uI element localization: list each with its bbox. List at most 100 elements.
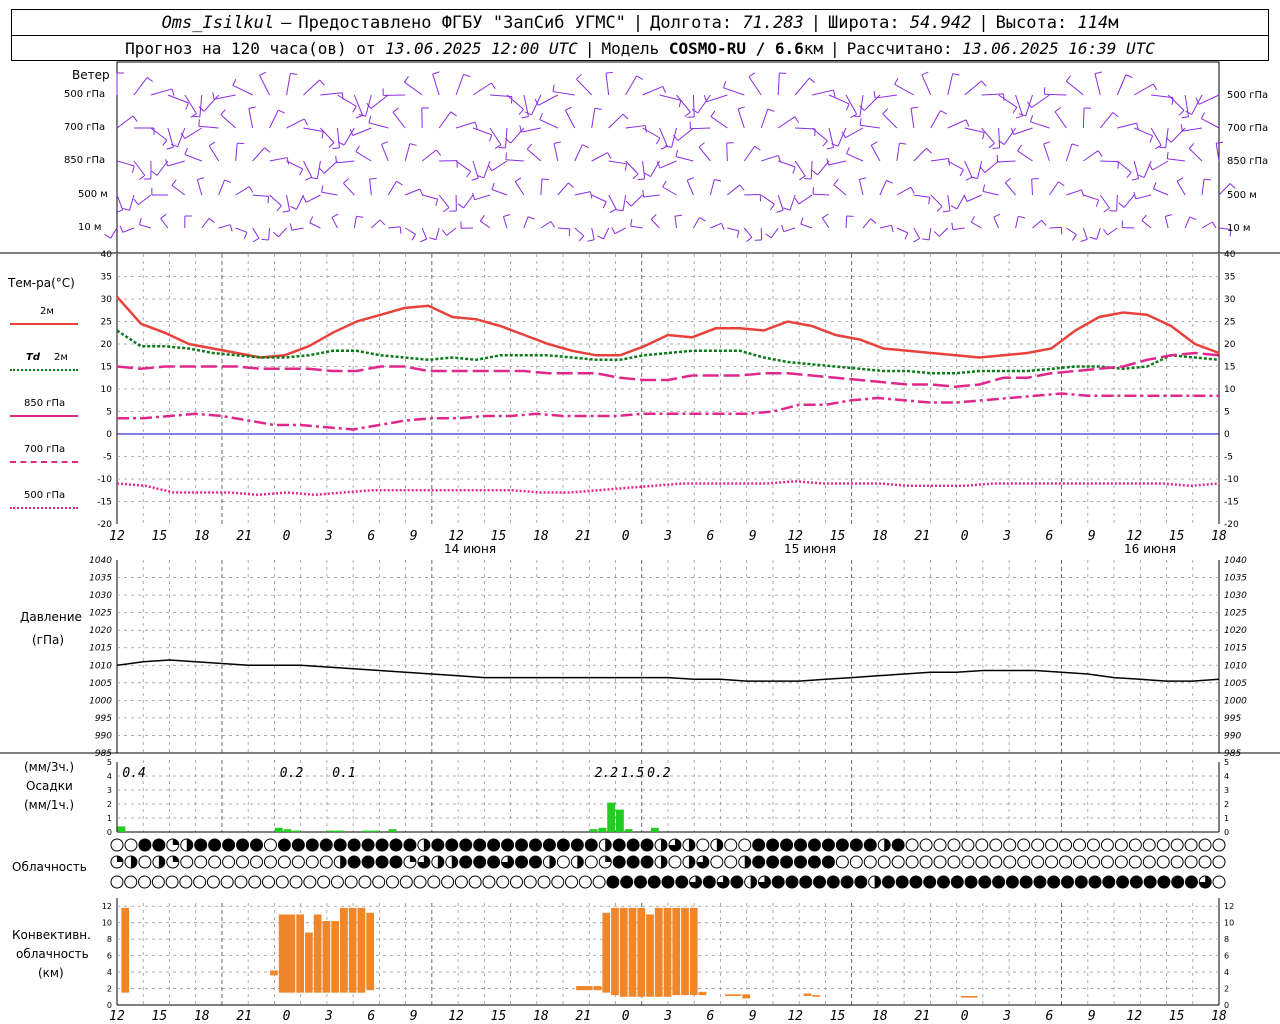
conv-bar bbox=[689, 907, 698, 996]
wind-barb bbox=[441, 227, 457, 236]
cloud-symbol bbox=[496, 875, 510, 889]
cloud-symbol bbox=[598, 838, 612, 852]
wind-barb bbox=[1200, 112, 1220, 129]
wind-barb bbox=[289, 223, 304, 231]
precip-tick-left: 2 bbox=[107, 800, 112, 809]
cloud-symbol bbox=[1212, 855, 1226, 869]
wind-barb bbox=[1152, 182, 1169, 196]
conv-bar bbox=[576, 986, 593, 991]
temp-x-tick: 9 bbox=[1088, 529, 1096, 544]
pressure-tick-left: 990 bbox=[95, 731, 112, 741]
cloud-symbol bbox=[799, 875, 813, 889]
wind-barb bbox=[303, 160, 313, 181]
cloud-symbol bbox=[542, 838, 556, 852]
wind-level-right: 500 м bbox=[1227, 190, 1257, 201]
bottom-x-tick: 9 bbox=[749, 1009, 757, 1024]
wind-barb bbox=[689, 121, 711, 130]
wind-barb bbox=[1131, 160, 1140, 181]
wind-barb bbox=[591, 152, 612, 162]
wind-level-right: 700 гПа bbox=[1227, 123, 1268, 134]
cloud-symbol bbox=[124, 838, 138, 852]
wind-barb bbox=[208, 141, 220, 162]
cloud-symbol bbox=[785, 875, 799, 889]
bottom-x-tick: 0 bbox=[961, 1009, 969, 1024]
cloud-symbol bbox=[978, 875, 992, 889]
cloud-symbol bbox=[375, 855, 389, 869]
wind-barb bbox=[675, 149, 694, 162]
wind-barb bbox=[1141, 214, 1152, 229]
wind-barb bbox=[1094, 71, 1102, 96]
wind-barb bbox=[800, 217, 813, 229]
wind-barb bbox=[591, 194, 607, 209]
cloud-symbol bbox=[863, 838, 877, 852]
conv-tick-left: 4 bbox=[107, 968, 112, 977]
cloud-symbol bbox=[1086, 838, 1100, 852]
wind-barb bbox=[505, 152, 524, 162]
cloud-symbol bbox=[689, 875, 703, 889]
wind-barb bbox=[184, 215, 192, 228]
cloud-symbol bbox=[947, 855, 961, 869]
wind-barb bbox=[608, 160, 627, 171]
wind-barb bbox=[552, 84, 575, 96]
cloud-symbol bbox=[821, 838, 835, 852]
cloud-symbol bbox=[386, 875, 399, 889]
cloud-symbol bbox=[849, 855, 863, 869]
precip-tick-right: 0 bbox=[1224, 828, 1229, 837]
wind-barb bbox=[1043, 87, 1067, 96]
wind-barb bbox=[387, 180, 403, 196]
cloud-symbol bbox=[138, 838, 152, 852]
wind-barb bbox=[795, 127, 816, 137]
cloud-symbol bbox=[305, 838, 319, 852]
cloud-symbol bbox=[570, 855, 584, 869]
precip-bar bbox=[615, 809, 624, 832]
cloud-symbol bbox=[248, 875, 262, 889]
cloud-symbol bbox=[417, 838, 431, 852]
wind-barb bbox=[882, 108, 898, 129]
cloud-symbol bbox=[933, 838, 947, 852]
wind-barb bbox=[286, 72, 298, 96]
wind-barb bbox=[455, 160, 472, 178]
cloud-symbol bbox=[1073, 855, 1087, 869]
bottom-x-tick: 18 bbox=[872, 1009, 888, 1024]
cloud-symbol bbox=[1170, 838, 1184, 852]
wind-barb bbox=[472, 127, 493, 142]
wind-barb bbox=[761, 154, 782, 163]
temp-x-tick: 18 bbox=[872, 529, 888, 544]
wind-barb bbox=[335, 155, 355, 164]
wind-barb bbox=[1148, 160, 1169, 171]
precip-tick-right: 2 bbox=[1224, 800, 1229, 809]
temp-x-tick: 3 bbox=[663, 529, 672, 544]
cloud-symbol bbox=[487, 855, 501, 869]
cloud-symbol bbox=[570, 838, 584, 852]
bottom-x-tick: 15 bbox=[152, 1009, 168, 1024]
wind-barb bbox=[913, 147, 932, 162]
cloud-symbol bbox=[542, 855, 556, 869]
wind-barb bbox=[150, 88, 175, 96]
cloud-symbol bbox=[937, 875, 950, 889]
wind-barb bbox=[388, 226, 402, 234]
cloud-symbol bbox=[620, 875, 634, 889]
cloud-symbol bbox=[277, 838, 291, 852]
wind-barb bbox=[472, 192, 491, 201]
precip-total-label: 0.2 bbox=[647, 766, 671, 781]
cloud-symbol bbox=[523, 875, 537, 889]
cloud-symbol bbox=[151, 875, 165, 889]
cloud-symbol bbox=[933, 855, 947, 869]
cloud-symbol bbox=[1142, 838, 1156, 852]
temp-x-tick: 9 bbox=[749, 529, 757, 544]
wind-barb bbox=[449, 194, 457, 212]
pressure-tick-right: 1025 bbox=[1224, 609, 1247, 619]
cloud-symbol bbox=[291, 855, 305, 869]
wind-barb bbox=[184, 94, 197, 118]
wind-barb bbox=[964, 80, 987, 96]
precip-bar bbox=[292, 830, 301, 832]
cloud-symbol bbox=[730, 875, 744, 889]
cloud-symbol bbox=[771, 875, 785, 889]
wind-barb bbox=[1054, 107, 1067, 129]
wind-barb bbox=[748, 72, 762, 96]
cloud-symbol bbox=[1005, 875, 1019, 889]
wind-barb bbox=[879, 179, 894, 196]
temp-x-tick: 12 bbox=[109, 529, 125, 544]
cloud-symbol bbox=[738, 855, 752, 869]
wind-barb bbox=[781, 224, 796, 233]
